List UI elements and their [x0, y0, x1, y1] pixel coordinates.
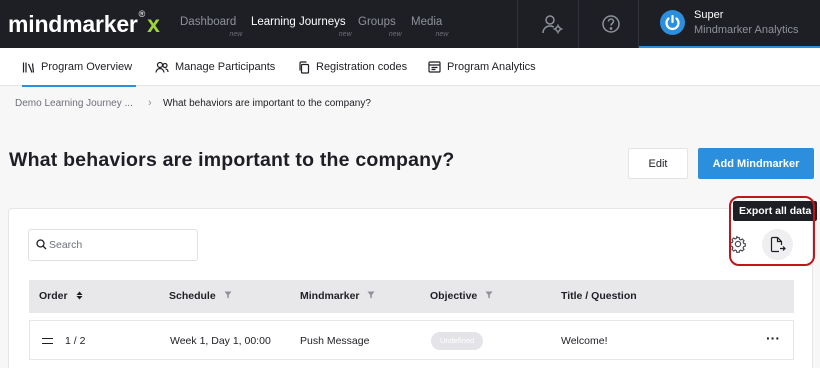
table-row[interactable]: 1 / 2 Week 1, Day 1, 00:00 Push Message …	[29, 320, 794, 360]
column-order[interactable]: Order	[39, 280, 83, 313]
search-input[interactable]	[49, 235, 189, 255]
column-mindmarker[interactable]: Mindmarker	[300, 280, 375, 313]
user-settings-icon[interactable]	[540, 12, 564, 36]
power-icon	[660, 10, 685, 35]
row-schedule: Week 1, Day 1, 00:00	[170, 335, 271, 347]
library-icon	[22, 62, 35, 73]
column-schedule-label: Schedule	[169, 290, 216, 302]
user-name: Super	[694, 9, 724, 21]
table-header: Order Schedule Mindmarker Objective Titl…	[29, 280, 794, 313]
search-box[interactable]	[28, 229, 198, 261]
tab-registration-codes[interactable]: Registration codes	[298, 48, 407, 86]
nav-learning-journeys-label: Learning Journeys	[251, 16, 346, 28]
nav-media-label: Media	[411, 16, 443, 28]
nav-divider	[578, 0, 579, 48]
logo-text: mindmarker	[8, 11, 138, 37]
filter-icon	[485, 291, 493, 299]
program-tabs: Program Overview Manage Participants Reg…	[0, 48, 820, 87]
analytics-icon	[428, 61, 441, 73]
search-icon	[36, 239, 47, 250]
tab-program-overview-label: Program Overview	[41, 61, 133, 73]
highlight-annotation	[729, 196, 815, 266]
nav-divider	[517, 0, 518, 48]
tab-registration-codes-label: Registration codes	[316, 61, 408, 73]
nav-groups[interactable]: Groups new	[358, 16, 402, 38]
tab-program-analytics-label: Program Analytics	[447, 61, 536, 73]
nav-groups-new-tag: new	[388, 31, 402, 38]
objective-badge: Undefined	[431, 332, 484, 350]
column-mindmarker-label: Mindmarker	[300, 290, 360, 302]
breadcrumb-separator: ›	[148, 97, 152, 109]
nav-media[interactable]: Media new	[411, 16, 448, 38]
nav-learning-journeys-new-tag: new	[338, 31, 352, 38]
row-mindmarker: Push Message	[300, 335, 370, 347]
page-title: What behaviors are important to the comp…	[9, 149, 455, 171]
drag-handle-icon[interactable]	[42, 338, 53, 344]
breadcrumb-parent-link[interactable]: Demo Learning Journey ...	[15, 98, 133, 109]
tab-program-overview[interactable]: Program Overview	[22, 48, 137, 87]
row-title: Welcome!	[561, 335, 608, 347]
edit-button[interactable]: Edit	[628, 148, 688, 179]
column-objective-label: Objective	[430, 290, 478, 302]
nav-learning-journeys[interactable]: Learning Journeys new	[251, 16, 352, 38]
mindmarker-logo[interactable]: mindmarker®x	[8, 9, 160, 38]
nav-dashboard-label: Dashboard	[180, 16, 237, 28]
filter-icon	[367, 291, 375, 299]
users-icon	[155, 61, 169, 73]
sort-icon	[76, 291, 83, 300]
user-organization: Mindmarker Analytics	[694, 24, 799, 36]
row-order: 1 / 2	[65, 335, 86, 347]
tab-manage-participants-label: Manage Participants	[175, 61, 276, 73]
tab-manage-participants[interactable]: Manage Participants	[155, 48, 275, 86]
add-mindmarker-button[interactable]: Add Mindmarker	[698, 148, 814, 179]
nav-groups-label: Groups	[358, 16, 396, 28]
filter-icon	[224, 291, 232, 299]
copy-icon	[299, 60, 310, 74]
top-navigation: mindmarker®x Dashboard new Learning Jour…	[0, 0, 820, 48]
nav-dashboard[interactable]: Dashboard new	[180, 16, 242, 38]
column-objective[interactable]: Objective	[430, 280, 493, 313]
help-icon[interactable]	[599, 12, 623, 36]
column-title-question[interactable]: Title / Question	[561, 280, 637, 313]
column-schedule[interactable]: Schedule	[169, 280, 232, 313]
column-order-label: Order	[39, 290, 68, 302]
more-options-button[interactable]: ···	[766, 331, 780, 347]
user-menu[interactable]: Super Mindmarker Analytics	[639, 0, 820, 48]
logo-registered-mark: ®	[138, 9, 146, 19]
breadcrumb-current: What behaviors are important to the comp…	[163, 98, 371, 109]
nav-dashboard-new-tag: new	[229, 31, 243, 38]
tab-program-analytics[interactable]: Program Analytics	[428, 48, 536, 86]
nav-media-new-tag: new	[435, 31, 449, 38]
logo-x: x	[147, 11, 160, 37]
